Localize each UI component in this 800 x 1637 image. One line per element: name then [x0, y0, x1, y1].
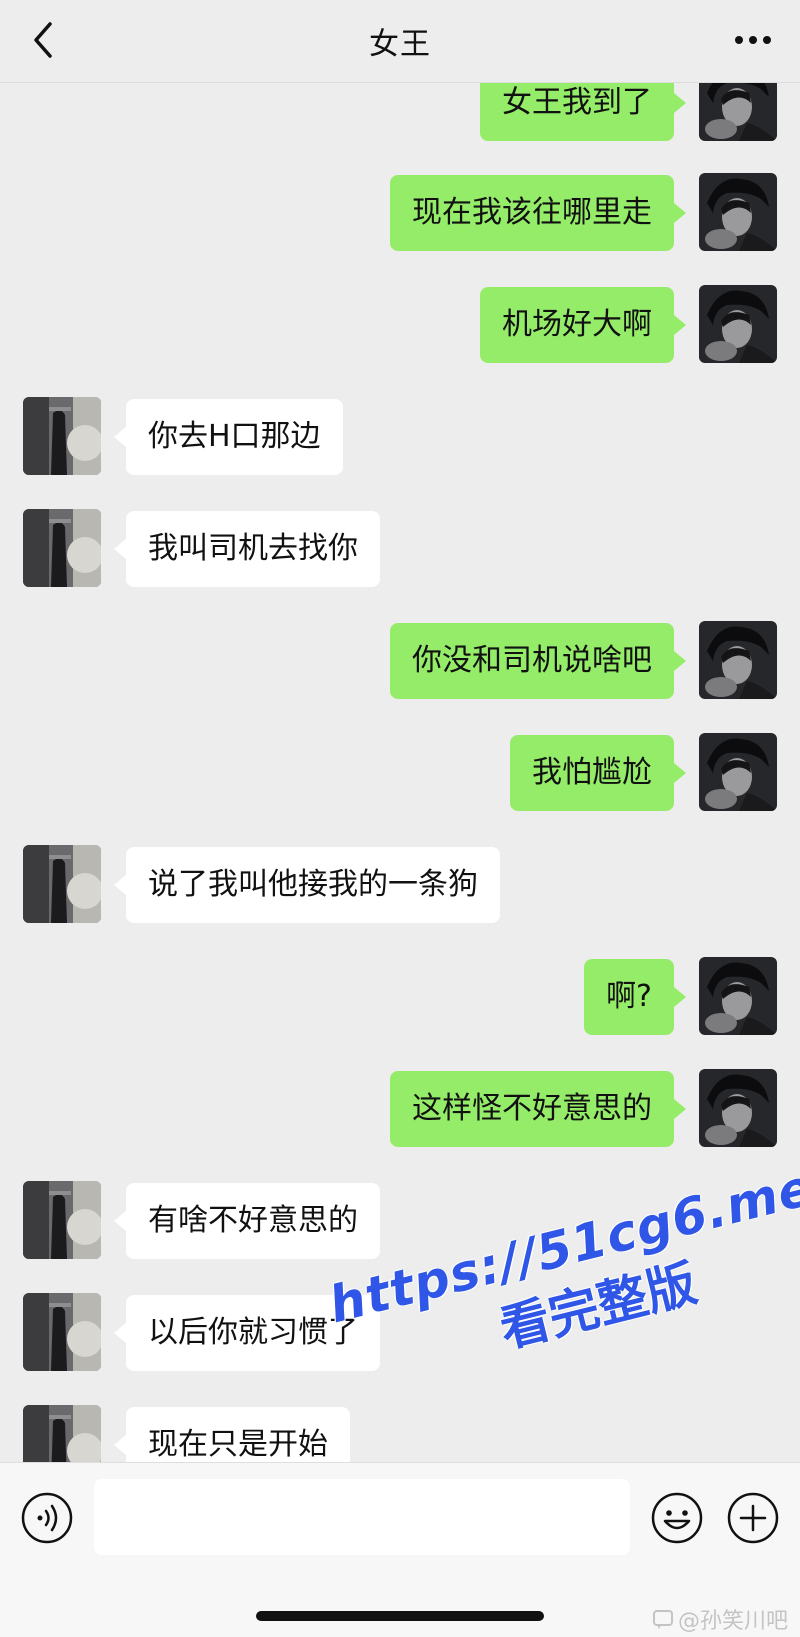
chat-header: 女王	[0, 0, 800, 83]
incoming-message-bubble[interactable]: 有啥不好意思的	[114, 1183, 380, 1259]
contact-avatar[interactable]	[23, 509, 101, 587]
message-row: 你去H口那边	[0, 397, 800, 477]
message-row: 说了我叫他接我的一条狗	[0, 845, 800, 925]
outgoing-message-bubble[interactable]: 这样怪不好意思的	[390, 1071, 686, 1147]
message-row: 啊?	[0, 957, 800, 1037]
outgoing-message-bubble[interactable]: 现在我该往哪里走	[390, 175, 686, 251]
source-watermark-text: @孙笑川吧	[677, 1609, 788, 1634]
source-watermark: @孙笑川吧	[652, 1603, 788, 1635]
outgoing-message-bubble[interactable]: 啊?	[584, 959, 686, 1035]
back-button[interactable]	[22, 18, 66, 62]
chevron-left-icon	[34, 22, 52, 58]
contact-avatar[interactable]	[23, 1405, 101, 1462]
my-avatar[interactable]	[699, 285, 777, 363]
emoji-icon	[651, 1492, 703, 1544]
incoming-message-bubble[interactable]: 现在只是开始	[114, 1407, 350, 1462]
home-indicator[interactable]	[256, 1611, 544, 1621]
my-avatar[interactable]	[699, 621, 777, 699]
my-avatar[interactable]	[699, 173, 777, 251]
voice-button[interactable]	[20, 1491, 74, 1545]
message-row: 你没和司机说啥吧	[0, 621, 800, 701]
more-button[interactable]	[730, 20, 776, 60]
my-avatar[interactable]	[699, 1069, 777, 1147]
my-avatar[interactable]	[699, 733, 777, 811]
contact-avatar[interactable]	[23, 845, 101, 923]
contact-avatar[interactable]	[23, 1181, 101, 1259]
contact-avatar[interactable]	[23, 1293, 101, 1371]
message-row: 这样怪不好意思的	[0, 1069, 800, 1149]
incoming-message-bubble[interactable]: 我叫司机去找你	[114, 511, 380, 587]
chat-title: 女王	[369, 27, 431, 62]
outgoing-message-bubble[interactable]: 机场好大啊	[480, 287, 686, 363]
more-dots-icon	[735, 36, 771, 44]
chat-bubble-icon	[652, 1610, 673, 1629]
outgoing-message-bubble[interactable]: 你没和司机说啥吧	[390, 623, 686, 699]
message-row: 现在我该往哪里走	[0, 173, 800, 253]
message-row: 我叫司机去找你	[0, 509, 800, 589]
voice-icon	[21, 1492, 73, 1544]
message-row: 机场好大啊	[0, 285, 800, 365]
message-row: 我怕尴尬	[0, 733, 800, 813]
plus-icon	[727, 1492, 779, 1544]
message-input[interactable]	[94, 1479, 630, 1555]
my-avatar[interactable]	[699, 957, 777, 1035]
emoji-button[interactable]	[650, 1491, 704, 1545]
contact-avatar[interactable]	[23, 397, 101, 475]
input-bar: @孙笑川吧	[0, 1462, 800, 1637]
incoming-message-bubble[interactable]: 你去H口那边	[114, 399, 343, 475]
plus-button[interactable]	[726, 1491, 780, 1545]
outgoing-message-bubble[interactable]: 我怕尴尬	[510, 735, 686, 811]
incoming-message-bubble[interactable]: 说了我叫他接我的一条狗	[114, 847, 500, 923]
